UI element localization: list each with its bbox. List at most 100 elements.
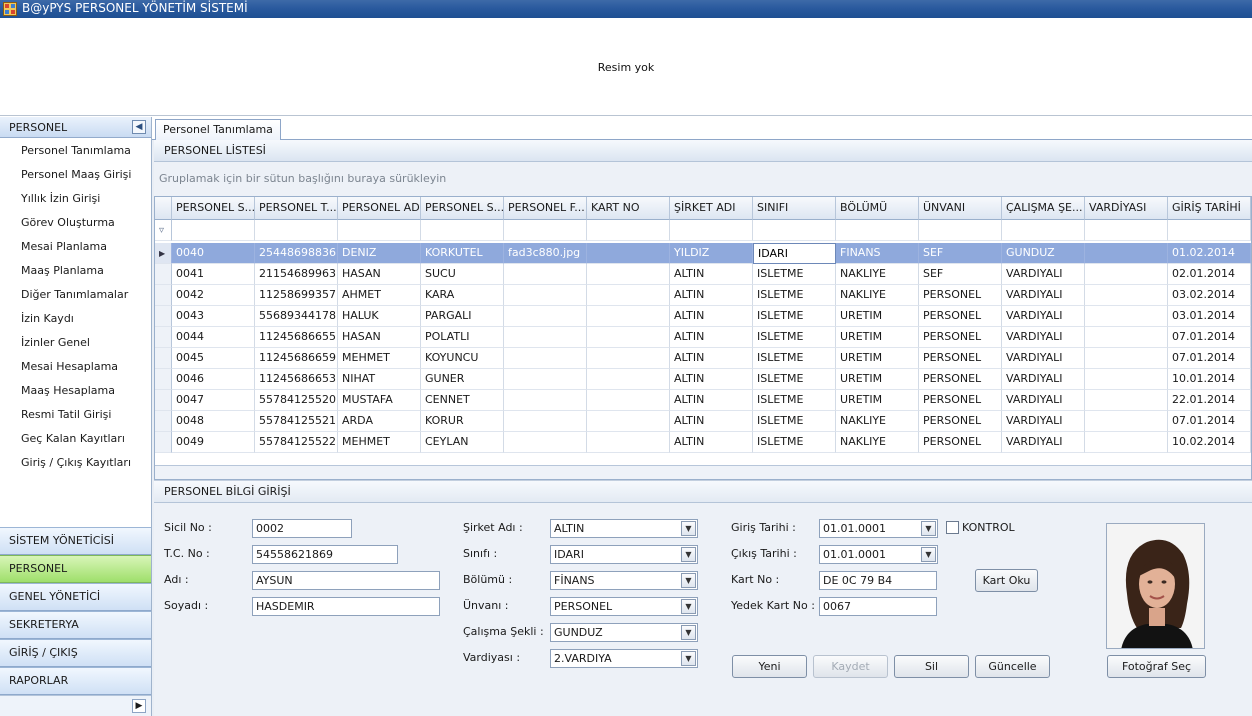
column-header[interactable]: SINIFI <box>753 197 836 220</box>
table-cell[interactable]: 0042 <box>172 285 255 306</box>
table-cell[interactable]: ALTIN <box>670 348 753 369</box>
row-indicator[interactable] <box>155 306 172 327</box>
table-row[interactable]: 0047 55784125520 MUSTAFA CENNET ALTIN ISLETME… <box>155 390 1251 411</box>
table-cell[interactable]: HALUK <box>338 306 421 327</box>
nav-item[interactable]: Yıllık İzin Girişi <box>0 187 151 211</box>
table-cell[interactable]: 0040 <box>172 243 255 264</box>
nav-item[interactable]: Görev Oluşturma <box>0 211 151 235</box>
filter-cell[interactable] <box>255 220 338 241</box>
sil-button[interactable]: Sil <box>894 655 969 678</box>
table-cell[interactable]: 0045 <box>172 348 255 369</box>
cikis-date-picker[interactable]: 01.01.0001 ▼ <box>819 545 938 564</box>
table-cell[interactable]: YILDIZ <box>670 243 753 264</box>
table-cell[interactable]: URETIM <box>836 306 919 327</box>
nav-group-button[interactable]: RAPORLAR <box>0 667 151 695</box>
table-cell[interactable] <box>1085 369 1168 390</box>
chevron-down-icon[interactable]: ▼ <box>681 625 696 640</box>
nav-item[interactable]: İzin Kaydı <box>0 307 151 331</box>
nav-item[interactable]: Maaş Hesaplama <box>0 379 151 403</box>
guncelle-button[interactable]: Güncelle <box>975 655 1050 678</box>
table-cell[interactable]: VARDIYALI <box>1002 285 1085 306</box>
table-row[interactable]: 0046 11245686653 NIHAT GUNER ALTIN ISLETME URE… <box>155 369 1251 390</box>
table-cell[interactable]: 11245686653 <box>255 369 338 390</box>
table-row[interactable]: 0041 21154689963 HASAN SUCU ALTIN ISLETME NAKL… <box>155 264 1251 285</box>
fotograf-sec-button[interactable]: Fotoğraf Seç <box>1107 655 1206 678</box>
table-row[interactable]: 0044 11245686655 HASAN POLATLI ALTIN ISLETME U… <box>155 327 1251 348</box>
table-cell[interactable]: ALTIN <box>670 327 753 348</box>
table-cell[interactable]: HASAN <box>338 327 421 348</box>
table-cell[interactable]: 11245686659 <box>255 348 338 369</box>
table-cell[interactable]: PERSONEL <box>919 432 1002 453</box>
table-cell[interactable]: 55689344178 <box>255 306 338 327</box>
table-cell[interactable] <box>1085 348 1168 369</box>
table-cell[interactable] <box>504 390 587 411</box>
table-cell[interactable]: AHMET <box>338 285 421 306</box>
column-header[interactable]: PERSONEL S... <box>421 197 504 220</box>
giris-date-picker[interactable]: 01.01.0001 ▼ <box>819 519 938 538</box>
table-cell[interactable]: PERSONEL <box>919 390 1002 411</box>
filter-icon[interactable]: ▿ <box>159 225 164 236</box>
table-cell[interactable]: ALTIN <box>670 369 753 390</box>
table-cell[interactable]: 55784125521 <box>255 411 338 432</box>
table-cell[interactable]: 10.01.2014 <box>1168 369 1251 390</box>
table-cell[interactable] <box>504 285 587 306</box>
table-cell[interactable]: ISLETME <box>753 390 836 411</box>
column-header[interactable]: PERSONEL S... <box>172 197 255 220</box>
table-cell[interactable]: 07.01.2014 <box>1168 348 1251 369</box>
table-cell[interactable]: URETIM <box>836 369 919 390</box>
table-cell[interactable] <box>587 348 670 369</box>
table-cell[interactable]: 03.01.2014 <box>1168 306 1251 327</box>
filter-cell[interactable] <box>587 220 670 241</box>
table-cell[interactable]: 0047 <box>172 390 255 411</box>
table-cell[interactable]: 21154689963 <box>255 264 338 285</box>
grid-filter-row[interactable]: ▿ <box>155 220 1251 241</box>
personnel-grid[interactable]: PERSONEL S... PERSONEL T... PERSONEL ADI PE… <box>154 196 1252 480</box>
chevron-down-icon[interactable]: ▼ <box>681 521 696 536</box>
table-cell[interactable]: MEHMET <box>338 432 421 453</box>
table-row[interactable]: ▶ 0040 25448698836 DENIZ KORKUTEL fad3c880.jp… <box>155 243 1251 264</box>
row-indicator[interactable]: ▶ <box>155 243 172 264</box>
row-indicator[interactable] <box>155 390 172 411</box>
row-indicator[interactable] <box>155 327 172 348</box>
column-header[interactable]: ÜNVANI <box>919 197 1002 220</box>
chevron-down-icon[interactable]: ▼ <box>681 547 696 562</box>
table-cell[interactable]: PERSONEL <box>919 285 1002 306</box>
filter-cell[interactable] <box>421 220 504 241</box>
table-cell[interactable] <box>504 306 587 327</box>
table-cell[interactable] <box>504 411 587 432</box>
nav-item[interactable]: Personel Tanımlama <box>0 139 151 163</box>
table-cell[interactable]: 0048 <box>172 411 255 432</box>
nav-group-header[interactable]: PERSONEL ◀ <box>0 117 151 138</box>
table-cell[interactable]: NIHAT <box>338 369 421 390</box>
kart-oku-button[interactable]: Kart Oku <box>975 569 1038 592</box>
table-cell[interactable]: PERSONEL <box>919 369 1002 390</box>
table-cell[interactable]: URETIM <box>836 348 919 369</box>
table-cell[interactable]: 55784125520 <box>255 390 338 411</box>
nav-item[interactable]: Personel Maaş Girişi <box>0 163 151 187</box>
table-cell[interactable]: VARDIYALI <box>1002 369 1085 390</box>
table-cell[interactable]: POLATLI <box>421 327 504 348</box>
table-cell[interactable]: NAKLIYE <box>836 432 919 453</box>
filter-cell[interactable] <box>504 220 587 241</box>
table-cell[interactable]: KORUR <box>421 411 504 432</box>
table-cell[interactable]: NAKLIYE <box>836 285 919 306</box>
table-cell[interactable]: HASAN <box>338 264 421 285</box>
table-cell[interactable] <box>504 348 587 369</box>
table-cell[interactable]: 11258699357 <box>255 285 338 306</box>
table-cell[interactable]: VARDIYALI <box>1002 348 1085 369</box>
table-cell[interactable]: VARDIYALI <box>1002 306 1085 327</box>
sirket-select[interactable]: ALTIN ▼ <box>550 519 698 538</box>
filter-cell[interactable] <box>172 220 255 241</box>
soyadi-field[interactable]: HASDEMIR <box>252 597 440 616</box>
table-cell[interactable]: ISLETME <box>753 432 836 453</box>
table-cell[interactable]: 0049 <box>172 432 255 453</box>
filter-cell[interactable] <box>836 220 919 241</box>
yedek-kart-no-field[interactable]: 0067 <box>819 597 937 616</box>
row-indicator[interactable] <box>155 285 172 306</box>
nav-group-button[interactable]: SİSTEM YÖNETİCİSİ <box>0 527 151 555</box>
nav-item[interactable]: İzinler Genel <box>0 331 151 355</box>
table-cell[interactable]: ISLETME <box>753 285 836 306</box>
chevron-right-icon[interactable]: ▶ <box>132 699 146 713</box>
nav-item[interactable]: Mesai Planlama <box>0 235 151 259</box>
table-cell[interactable] <box>587 306 670 327</box>
